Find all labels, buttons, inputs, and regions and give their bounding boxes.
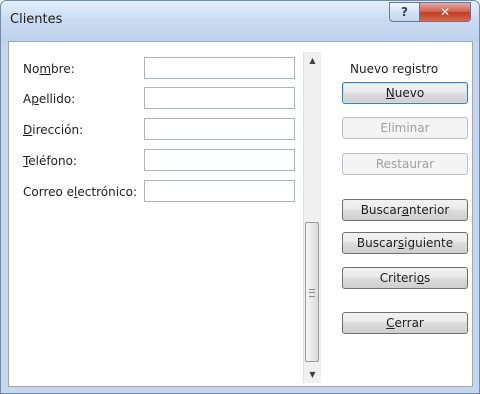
form-area: Nombre: Apellido: Dirección: Teléfono: C… — [8, 41, 473, 387]
correo-electronico-field[interactable] — [144, 180, 295, 202]
direccion-field[interactable] — [144, 118, 295, 140]
buscar-siguiente-button[interactable]: Buscar s iguiente — [342, 232, 468, 254]
record-scrollbar[interactable]: ▲ ▼ — [303, 52, 321, 383]
criterios-button[interactable]: Criteri o s — [342, 267, 468, 289]
direccion-label: Dirección: — [23, 123, 84, 137]
nombre-field[interactable] — [144, 57, 295, 79]
title-bar[interactable]: Clientes ? ✕ — [1, 1, 479, 41]
window-title: Clientes — [10, 12, 63, 27]
scroll-thumb[interactable] — [305, 222, 319, 362]
cerrar-button[interactable]: Cerrar — [342, 312, 468, 334]
apellido-label: Apellido: — [23, 92, 76, 106]
apellido-field[interactable] — [144, 87, 295, 109]
nuevo-button[interactable]: Nuevo — [342, 82, 468, 104]
help-button[interactable]: ? — [389, 2, 420, 22]
question-mark-icon: ? — [401, 5, 408, 19]
telefono-label: Teléfono: — [23, 154, 77, 168]
buscar-anterior-button[interactable]: Buscar a nterior — [342, 199, 468, 221]
scroll-down-icon[interactable]: ▼ — [304, 366, 321, 383]
grip-icon — [309, 289, 315, 297]
telefono-field[interactable] — [144, 149, 295, 171]
eliminar-button[interactable]: Eliminar — [342, 117, 468, 139]
nombre-label: Nombre: — [23, 62, 75, 76]
close-icon: ✕ — [439, 5, 451, 19]
clientes-dialog: Clientes ? ✕ Nombre: Apellido: Dirección… — [0, 0, 480, 394]
restaurar-button[interactable]: Restaurar — [342, 153, 468, 175]
scroll-up-icon[interactable]: ▲ — [304, 52, 321, 69]
close-button[interactable]: ✕ — [420, 2, 471, 22]
correo-electronico-label: Correo electrónico: — [23, 185, 138, 199]
record-status-label: Nuevo registro — [350, 62, 439, 76]
